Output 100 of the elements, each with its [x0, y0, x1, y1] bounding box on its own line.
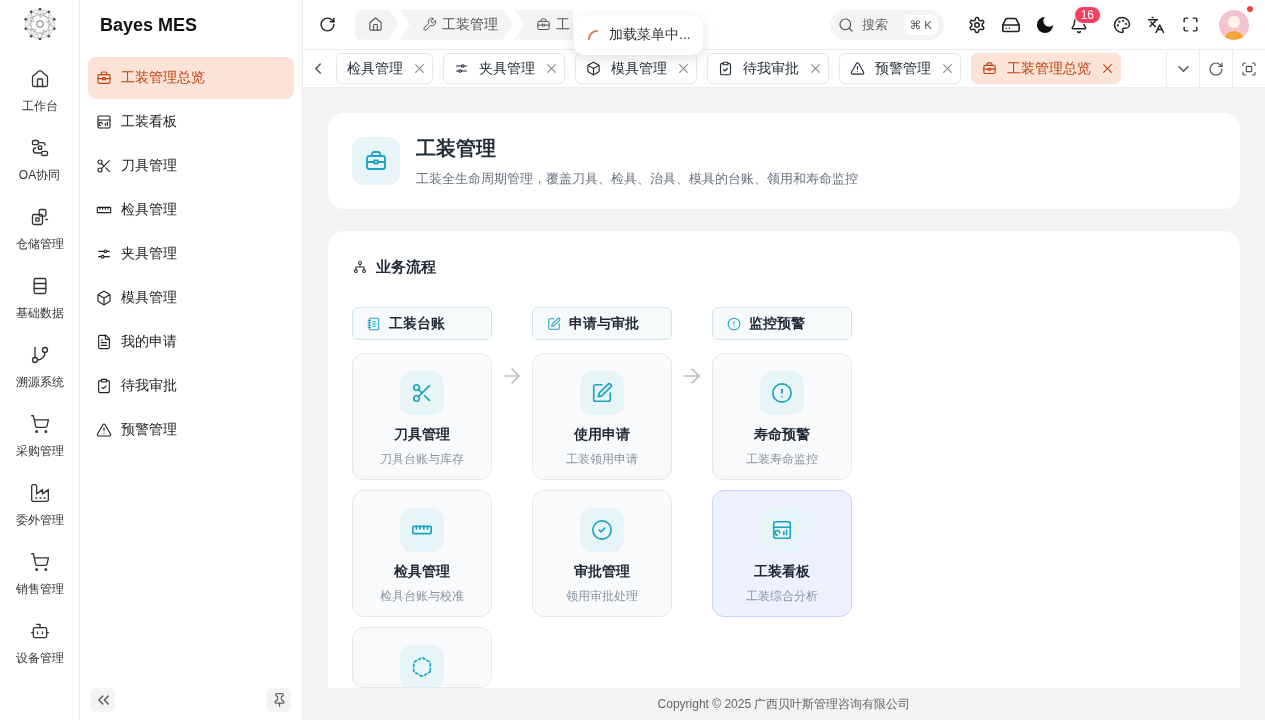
toast-text: 加载菜单中... [609, 25, 691, 44]
collapse-button[interactable] [91, 688, 115, 712]
settings-icon [968, 15, 986, 34]
pin-icon [273, 693, 285, 707]
cart-icon [29, 414, 50, 434]
flow-card[interactable]: 工装看板 工装综合分析 [712, 490, 852, 617]
card-subtitle: 领用审批处理 [566, 588, 638, 604]
module-nav-item[interactable]: 基础数据 [3, 266, 76, 335]
network-logo-icon[interactable] [23, 8, 56, 40]
moon-icon [1036, 15, 1054, 34]
cube-icon [96, 290, 112, 306]
card-title: 检具管理 [394, 562, 450, 581]
copyright-text: Copyright © 2025 广西贝叶斯管理咨询有限公司 [657, 695, 911, 713]
module-nav-item[interactable]: 溯源系统 [3, 335, 76, 404]
tab[interactable]: 夹具管理 [443, 53, 565, 84]
module-nav-item[interactable]: 工作台 [3, 59, 76, 128]
arrow-right-icon [504, 368, 520, 384]
notifications-button[interactable]: 16 [1066, 5, 1101, 44]
briefcase-icon [352, 137, 400, 185]
refresh-icon [318, 16, 336, 33]
page-description: 工装全生命周期管理，覆盖刀具、检具、治具、模具的台账、领用和寿命监控 [416, 171, 858, 186]
clipboard-check-icon [718, 61, 733, 76]
flow-icon [29, 138, 50, 158]
alert-circle-icon [727, 316, 741, 331]
cart-icon [29, 552, 50, 572]
robot-icon [29, 621, 50, 641]
spinner-icon [588, 29, 598, 40]
stage-title: 申请与审批 [569, 314, 639, 333]
card-subtitle: 工装综合分析 [746, 588, 818, 604]
module-nav-item[interactable]: 设备管理 [3, 611, 76, 680]
chevron-down-icon [1177, 65, 1189, 72]
close-icon[interactable] [679, 64, 688, 73]
scissors-icon [96, 158, 112, 174]
warning-icon [850, 61, 865, 76]
tab[interactable]: 工装管理总览 [971, 53, 1121, 84]
flow-card[interactable]: 寿命预警 工装寿命监控 [712, 353, 852, 480]
tab[interactable]: 检具管理 [336, 53, 433, 84]
notification-badge: 16 [1073, 5, 1101, 24]
breadcrumb-item[interactable]: 工 [514, 9, 573, 40]
card-subtitle: 工装寿命监控 [746, 451, 818, 467]
close-icon[interactable] [1103, 64, 1112, 73]
flow-card[interactable]: 检具管理 检具台账与校准 [352, 490, 492, 617]
close-icon[interactable] [415, 64, 424, 73]
ruler-icon [400, 508, 444, 552]
edit-icon [547, 316, 561, 331]
tab[interactable]: 预警管理 [839, 53, 961, 84]
breadcrumb-home[interactable] [355, 9, 399, 40]
module-nav-item[interactable]: OA协同 [3, 128, 76, 197]
dashboard-icon [96, 114, 112, 130]
module-nav-item[interactable]: 采购管理 [3, 404, 76, 473]
card-title: 使用申请 [574, 425, 630, 444]
hard-drive-icon [1002, 15, 1020, 34]
squares-icon [29, 207, 50, 227]
section-title: 业务流程 [376, 257, 436, 277]
close-icon[interactable] [943, 64, 952, 73]
module-nav-item[interactable]: 委外管理 [3, 473, 76, 542]
close-icon[interactable] [811, 64, 820, 73]
arrow-right-icon [684, 368, 700, 384]
wrench-icon [422, 17, 437, 32]
flow-card[interactable]: 刀具管理 刀具台账与库存 [352, 353, 492, 480]
shortcut-key: ⌘ K [903, 14, 938, 35]
palette-icon [1113, 15, 1131, 34]
sidebar-item[interactable]: 模具管理 [88, 277, 294, 319]
card-subtitle: 刀具台账与库存 [380, 451, 464, 467]
sidebar-item[interactable]: 我的申请 [88, 321, 294, 363]
card-title: 工装看板 [754, 562, 810, 581]
tab[interactable]: 待我审批 [707, 53, 829, 84]
home-icon [29, 69, 50, 89]
home-icon [368, 17, 383, 32]
hierarchy-icon [353, 260, 367, 274]
sidebar-item[interactable]: 工装看板 [88, 101, 294, 143]
edit-icon [580, 371, 624, 415]
sliders-icon [96, 246, 112, 262]
search-button[interactable]: 搜索 ⌘ K [830, 9, 944, 40]
close-icon[interactable] [547, 64, 556, 73]
sidebar-item[interactable]: 检具管理 [88, 189, 294, 231]
factory-icon [29, 483, 50, 503]
card-subtitle: 工装领用申请 [566, 451, 638, 467]
sidebar-item[interactable]: 工装管理总览 [88, 57, 294, 99]
flow-card[interactable]: 审批管理 领用审批处理 [532, 490, 672, 617]
module-nav-item[interactable]: 销售管理 [3, 542, 76, 611]
card-title: 刀具管理 [394, 425, 450, 444]
sidebar-item[interactable]: 刀具管理 [88, 145, 294, 187]
dashboard-icon [760, 508, 804, 552]
breadcrumb-item[interactable]: 工装管理 [400, 9, 513, 40]
branch-icon [29, 345, 50, 365]
stage-title: 监控预警 [749, 314, 805, 333]
notebook-icon [367, 316, 381, 331]
fullscreen-icon [1181, 16, 1199, 33]
app-title: Bayes MES [100, 14, 198, 36]
module-nav-item[interactable]: 仓储管理 [3, 197, 76, 266]
sidebar-item[interactable]: 预警管理 [88, 409, 294, 451]
sidebar-item[interactable]: 待我审批 [88, 365, 294, 407]
sidebar-item[interactable]: 夹具管理 [88, 233, 294, 275]
chevrons-left-icon [97, 695, 109, 705]
flow-card[interactable]: 使用申请 工装领用申请 [532, 353, 672, 480]
document-icon [96, 334, 112, 350]
chevron-left-icon [315, 63, 321, 74]
scissors-icon [400, 371, 444, 415]
pin-button[interactable] [267, 688, 291, 712]
